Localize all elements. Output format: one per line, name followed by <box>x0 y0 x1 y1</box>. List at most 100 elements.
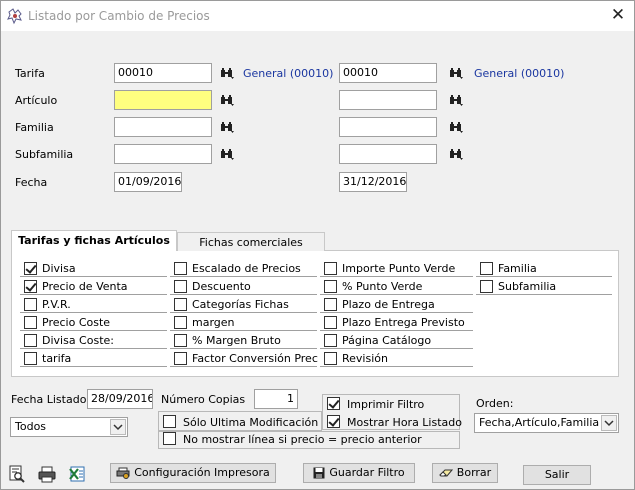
field-pagina-catalogo[interactable]: Página Catálogo <box>320 332 473 349</box>
familia-from-input[interactable] <box>114 117 212 137</box>
tarifa-from-input[interactable]: 00010 <box>114 63 212 83</box>
checkbox[interactable] <box>174 262 187 275</box>
field-divisa-coste[interactable]: Divisa Coste: <box>20 332 167 349</box>
chevron-down-icon[interactable] <box>601 415 617 431</box>
checkbox[interactable] <box>163 432 176 445</box>
checkbox[interactable] <box>174 352 187 365</box>
checkbox[interactable] <box>174 334 187 347</box>
checkbox[interactable] <box>480 262 493 275</box>
solo-ultima-option[interactable]: Sólo Ultima Modificación <box>163 415 321 430</box>
tarifa-to-input[interactable]: 00010 <box>339 63 437 83</box>
articulo-to-input[interactable] <box>339 90 437 110</box>
checkbox[interactable] <box>324 334 337 347</box>
tarifa-from-description: General (00010) <box>243 67 334 80</box>
binoculars-icon[interactable] <box>449 121 463 133</box>
checkbox[interactable] <box>24 262 37 275</box>
checkbox[interactable] <box>324 352 337 365</box>
fields-panel: Divisa Precio de Venta P.V.R. Precio Cos… <box>11 251 619 377</box>
field-margen[interactable]: margen <box>170 314 317 331</box>
todos-select[interactable]: Todos <box>10 417 128 437</box>
field-punto-verde[interactable]: % Punto Verde <box>320 278 473 295</box>
checkbox[interactable] <box>480 280 493 293</box>
field-precio-de-venta[interactable]: Precio de Venta <box>20 278 167 295</box>
excel-export-icon[interactable] <box>68 465 86 483</box>
title-bar: Listado por Cambio de Precios ✕ <box>1 1 634 31</box>
fecha-listado-input[interactable]: 28/09/2016 <box>87 389 153 409</box>
fecha-listado-label: Fecha Listado <box>11 393 87 406</box>
checkbox[interactable] <box>24 334 37 347</box>
field-precio-coste[interactable]: Precio Coste <box>20 314 167 331</box>
checkbox[interactable] <box>324 262 337 275</box>
checkbox[interactable] <box>174 316 187 329</box>
window-title: Listado por Cambio de Precios <box>28 9 210 23</box>
guardar-filtro-button[interactable]: Guardar Filtro <box>303 463 415 483</box>
fecha-to-input[interactable]: 31/12/2016 <box>339 172 407 192</box>
binoculars-icon[interactable] <box>220 121 234 133</box>
checkbox[interactable] <box>174 280 187 293</box>
orden-select-value: Fecha,Artículo,Familia <box>479 416 600 429</box>
close-icon[interactable]: ✕ <box>607 4 629 26</box>
checkbox[interactable] <box>324 316 337 329</box>
subfamilia-to-input[interactable] <box>339 144 437 164</box>
tab-tarifas-fichas-articulos[interactable]: Tarifas y fichas Artículos <box>11 230 177 252</box>
field-subfamilia[interactable]: Subfamilia <box>476 278 612 295</box>
binoculars-icon[interactable] <box>220 67 234 79</box>
binoculars-icon[interactable] <box>449 148 463 160</box>
field-categorias-fichas[interactable]: Categorías Fichas <box>170 296 317 313</box>
checkbox[interactable] <box>163 415 176 428</box>
tab-fichas-comerciales[interactable]: Fichas comerciales <box>177 232 325 251</box>
floppy-disk-icon <box>313 467 325 479</box>
report-window: Listado por Cambio de Precios ✕ Tarifa 0… <box>0 0 635 490</box>
numero-copias-label: Número Copias <box>161 393 246 406</box>
chevron-down-icon[interactable] <box>110 419 126 435</box>
checkbox[interactable] <box>174 298 187 311</box>
field-tarifa[interactable]: tarifa <box>20 350 167 367</box>
salir-button[interactable]: Salir <box>523 465 591 485</box>
borrar-label: Borrar <box>456 466 492 479</box>
borrar-button[interactable]: Borrar <box>432 463 498 483</box>
imprimir-filtro-option[interactable]: Imprimir Filtro <box>327 397 457 412</box>
orden-select[interactable]: Fecha,Artículo,Familia <box>474 413 619 433</box>
checkbox[interactable] <box>327 415 340 428</box>
field-margen-bruto[interactable]: % Margen Bruto <box>170 332 317 349</box>
binoculars-icon[interactable] <box>220 94 234 106</box>
checkbox[interactable] <box>24 280 37 293</box>
familia-to-input[interactable] <box>339 117 437 137</box>
printer-settings-icon <box>116 467 130 479</box>
subfamilia-label: Subfamilia <box>15 148 74 161</box>
field-escalado-de-precios[interactable]: Escalado de Precios <box>170 260 317 277</box>
salir-label: Salir <box>544 468 570 481</box>
checkbox[interactable] <box>24 352 37 365</box>
checkbox[interactable] <box>324 298 337 311</box>
field-revision[interactable]: Revisión <box>320 350 473 367</box>
field-familia[interactable]: Familia <box>476 260 612 277</box>
field-plazo-de-entrega[interactable]: Plazo de Entrega <box>320 296 473 313</box>
checkbox[interactable] <box>324 280 337 293</box>
configuracion-impresora-button[interactable]: Configuración Impresora <box>110 463 276 483</box>
field-pvr[interactable]: P.V.R. <box>20 296 167 313</box>
eraser-icon <box>439 469 453 477</box>
checkbox[interactable] <box>24 298 37 311</box>
binoculars-icon[interactable] <box>449 67 463 79</box>
field-factor-conversion-prec[interactable]: Factor Conversión Prec <box>170 350 318 367</box>
field-importe-punto-verde[interactable]: Importe Punto Verde <box>320 260 473 277</box>
app-logo-icon <box>7 8 22 25</box>
field-descuento[interactable]: Descuento <box>170 278 317 295</box>
checkbox[interactable] <box>24 316 37 329</box>
field-divisa[interactable]: Divisa <box>20 260 167 277</box>
binoculars-icon[interactable] <box>449 94 463 106</box>
fecha-from-input[interactable]: 01/09/2016 <box>114 172 182 192</box>
articulo-from-input[interactable] <box>114 90 212 110</box>
subfamilia-from-input[interactable] <box>114 144 212 164</box>
fecha-label: Fecha <box>15 176 48 189</box>
numero-copias-input[interactable]: 1 <box>254 389 298 409</box>
checkbox[interactable] <box>327 397 340 410</box>
no-mostrar-option[interactable]: No mostrar línea si precio = precio ante… <box>163 432 458 447</box>
mostrar-hora-option[interactable]: Mostrar Hora Listado <box>327 415 462 430</box>
printer-icon[interactable] <box>38 465 56 483</box>
binoculars-icon[interactable] <box>220 148 234 160</box>
field-plazo-entrega-previsto[interactable]: Plazo Entrega Previsto <box>320 314 473 331</box>
configuracion-impresora-label: Configuración Impresora <box>134 466 270 479</box>
print-preview-icon[interactable] <box>8 465 26 483</box>
tarifa-label: Tarifa <box>15 67 45 80</box>
